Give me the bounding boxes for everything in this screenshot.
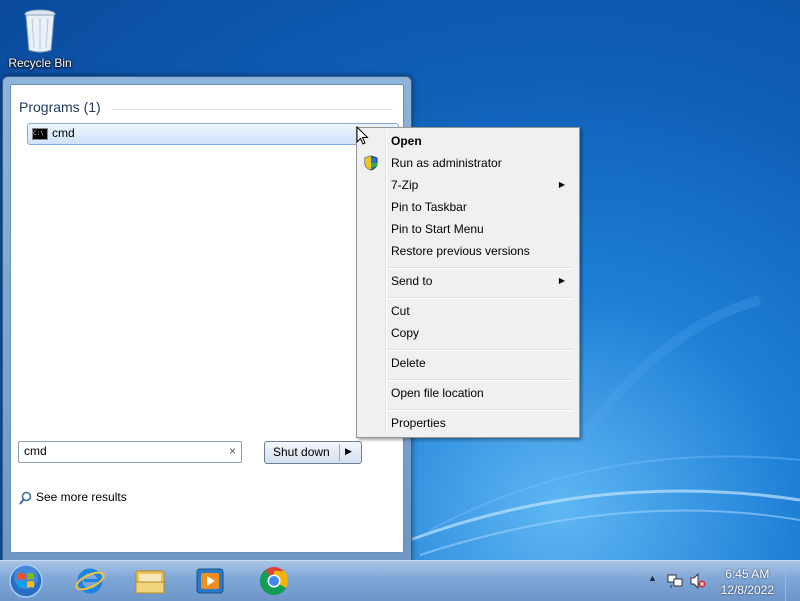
- clock-date: 12/8/2022: [720, 583, 774, 597]
- chrome-icon[interactable]: [258, 565, 290, 597]
- uac-shield-icon: [364, 155, 378, 171]
- menu-item-copy[interactable]: Copy: [391, 322, 575, 344]
- menu-separator: [387, 349, 573, 351]
- desktop-icon-label: Recycle Bin: [8, 56, 72, 70]
- network-icon[interactable]: [667, 573, 683, 589]
- menu-separator: [387, 379, 573, 381]
- mouse-pointer-icon: [356, 126, 369, 145]
- menu-separator: [387, 409, 573, 411]
- context-menu: Open Run as administrator 7-Zip ▶ Pin to…: [356, 127, 580, 438]
- taskbar-clock[interactable]: 6:45 AM 12/8/2022: [721, 566, 774, 598]
- menu-item-delete[interactable]: Delete: [391, 352, 575, 374]
- menu-separator: [387, 297, 573, 299]
- media-player-icon[interactable]: [194, 565, 226, 597]
- volume-muted-icon[interactable]: [690, 573, 706, 589]
- shutdown-label: Shut down: [273, 445, 330, 459]
- clear-search-icon[interactable]: ×: [229, 444, 236, 458]
- shutdown-options-arrow-icon[interactable]: ▶: [345, 446, 352, 457]
- show-hidden-icons-icon[interactable]: ▲: [648, 573, 657, 583]
- menu-item-pin-to-start-menu[interactable]: Pin to Start Menu: [391, 218, 575, 240]
- menu-item-open[interactable]: Open: [391, 130, 575, 152]
- submenu-arrow-icon: ▶: [558, 276, 565, 285]
- show-desktop-button[interactable]: [785, 561, 800, 601]
- menu-item-cut[interactable]: Cut: [391, 300, 575, 322]
- result-label: cmd: [52, 126, 75, 140]
- start-menu: Programs (1) C:\ cmd See more results: [2, 76, 412, 562]
- start-search-box[interactable]: ×: [18, 441, 242, 463]
- result-item-cmd[interactable]: C:\ cmd: [27, 123, 399, 145]
- clock-time: 6:45 AM: [725, 567, 770, 581]
- see-more-label: See more results: [36, 490, 127, 504]
- menu-item-label: 7-Zip: [391, 178, 419, 192]
- menu-item-open-file-location[interactable]: Open file location: [391, 382, 575, 404]
- search-icon: [19, 491, 32, 505]
- internet-explorer-icon[interactable]: [74, 565, 106, 597]
- submenu-arrow-icon: ▶: [558, 180, 565, 189]
- desktop-icon-recycle-bin[interactable]: Recycle Bin: [4, 4, 76, 70]
- menu-gutter: [385, 130, 387, 433]
- menu-item-7-zip[interactable]: 7-Zip ▶: [391, 174, 575, 196]
- start-menu-results-pane: Programs (1) C:\ cmd See more results: [10, 84, 404, 553]
- search-input[interactable]: [19, 442, 214, 460]
- menu-item-restore-previous-versions[interactable]: Restore previous versions: [391, 240, 575, 262]
- menu-item-send-to[interactable]: Send to ▶: [391, 270, 575, 292]
- recycle-bin-icon: [24, 9, 56, 53]
- menu-item-pin-to-taskbar[interactable]: Pin to Taskbar: [391, 196, 575, 218]
- cmd-icon: C:\: [32, 128, 48, 140]
- shutdown-button[interactable]: Shut down ▶: [264, 441, 362, 464]
- divider: [111, 109, 393, 110]
- menu-item-properties[interactable]: Properties: [391, 412, 575, 434]
- menu-item-run-as-administrator[interactable]: Run as administrator: [391, 152, 575, 174]
- windows-explorer-icon[interactable]: [134, 565, 166, 597]
- programs-header: Programs (1): [19, 99, 101, 115]
- see-more-results-link[interactable]: See more results: [19, 490, 127, 505]
- menu-separator: [387, 267, 573, 269]
- start-button-icon[interactable]: [6, 563, 46, 599]
- divider: [339, 444, 340, 461]
- taskbar: ▲ 6:45 AM 12/8/2022: [0, 560, 800, 601]
- menu-item-label: Send to: [391, 274, 433, 288]
